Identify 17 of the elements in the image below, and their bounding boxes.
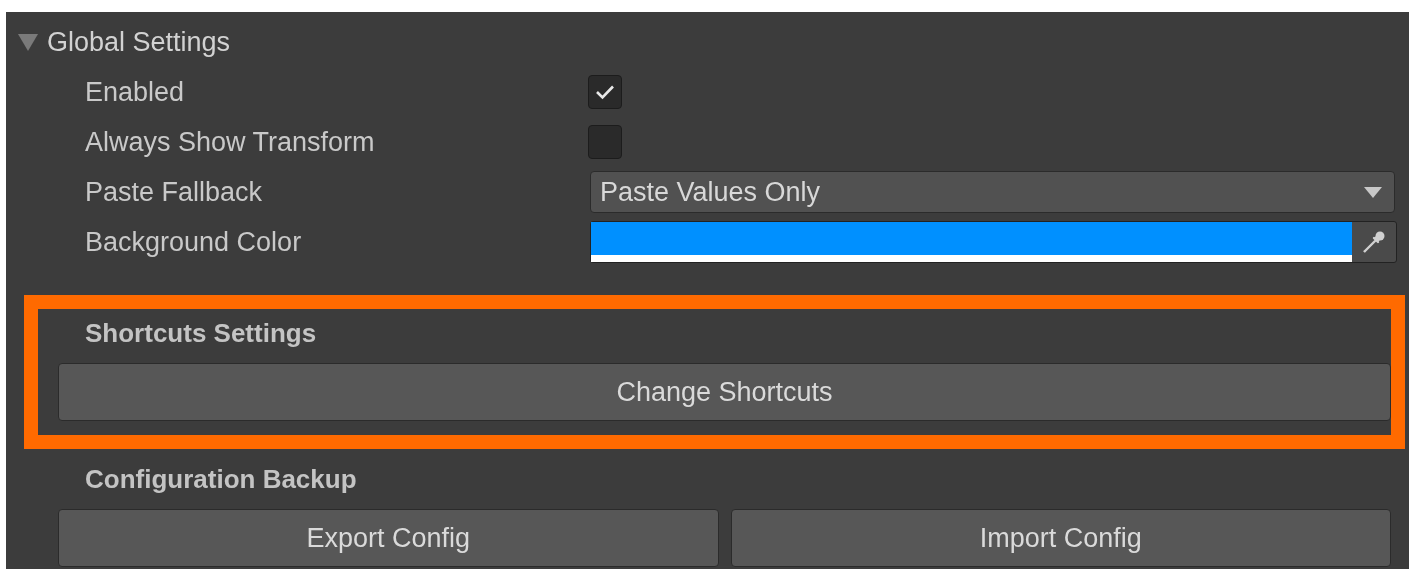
group-title: Shortcuts Settings: [84, 317, 318, 350]
foldout-triangle-icon[interactable]: [18, 32, 38, 52]
field-label: Paste Fallback: [84, 176, 264, 208]
action-button[interactable]: Change Shortcuts: [58, 363, 1391, 421]
dropdown[interactable]: Paste Values Only: [590, 171, 1395, 213]
group-title: Configuration Backup: [84, 463, 358, 496]
caret-icon: [1364, 186, 1382, 198]
field-label: Background Color: [84, 226, 303, 258]
checkbox[interactable]: [588, 75, 622, 109]
checkmark-icon: [595, 84, 615, 100]
field-label: Enabled: [84, 76, 186, 108]
eyedropper-icon[interactable]: [1361, 229, 1387, 255]
field-label: Always Show Transform: [84, 126, 376, 158]
action-button[interactable]: Import Config: [730, 509, 1391, 567]
action-button[interactable]: Export Config: [58, 509, 719, 567]
section-title: Global Settings: [47, 26, 231, 58]
checkbox[interactable]: [588, 125, 622, 159]
